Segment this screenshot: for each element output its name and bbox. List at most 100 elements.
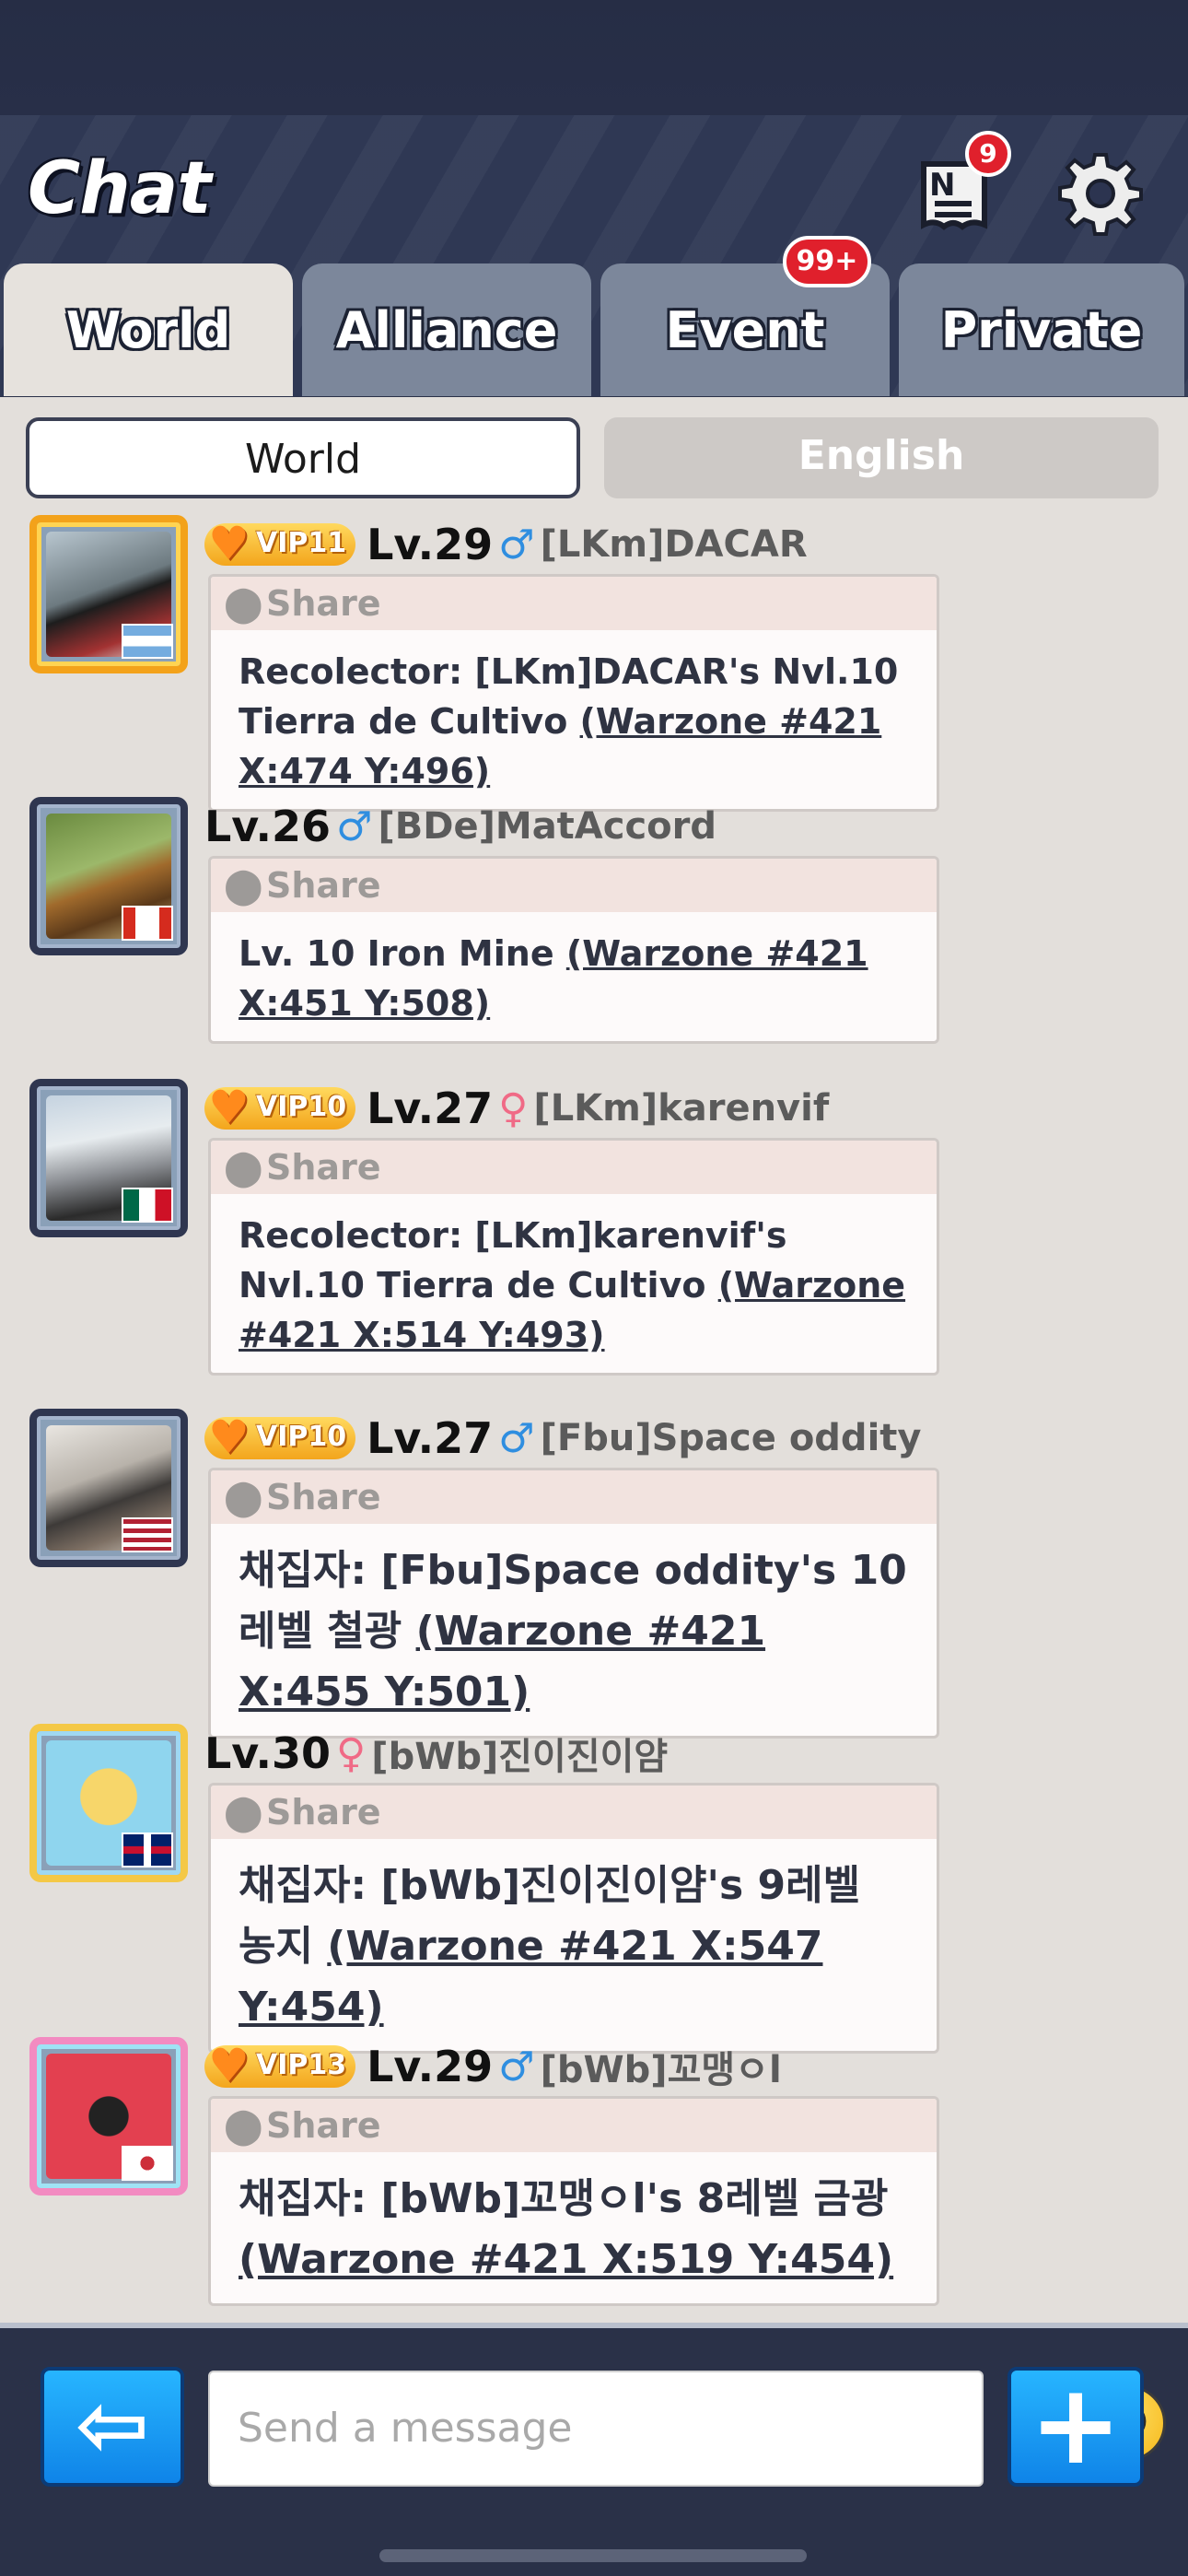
tab-private[interactable]: Private xyxy=(899,263,1184,396)
player-level: Lv.30 xyxy=(204,1728,332,1778)
location-pin-icon: ⬤ xyxy=(224,1477,263,1517)
vip-label: VIP11 xyxy=(256,527,347,559)
tab-world-label: World xyxy=(65,301,231,359)
tab-event-label: Event xyxy=(665,301,825,359)
player-name[interactable]: [bWb]꼬맹ㅇl xyxy=(541,2040,782,2093)
tab-world[interactable]: World xyxy=(4,263,293,396)
female-icon: ♀ xyxy=(498,1084,529,1132)
tab-private-label: Private xyxy=(940,301,1143,359)
player-name[interactable]: [BDe]MatAccord xyxy=(379,805,717,848)
canada-flag-icon xyxy=(122,906,173,941)
share-card[interactable]: ⬤ Share Recolector: [LKm]DACAR's Nvl.10 … xyxy=(208,574,939,812)
share-label: Share xyxy=(266,1477,381,1517)
location-pin-icon: ⬤ xyxy=(224,1147,263,1188)
share-header: ⬤ Share xyxy=(211,2099,937,2152)
player-name[interactable]: [Fbu]Space oddity xyxy=(541,1417,922,1459)
share-header: ⬤ Share xyxy=(211,1786,937,1839)
share-text-plain: 채집자: [bWb]꼬맹ㅇl's 8레벨 금광 xyxy=(239,2175,889,2222)
mexico-flag-icon xyxy=(122,1188,173,1223)
share-label: Share xyxy=(266,2105,381,2146)
message-meta: Lv.30 ♀ [bWb]진이진이얌 xyxy=(204,1724,668,1783)
message-placeholder: Send a message xyxy=(238,2405,573,2452)
usa-flag-icon xyxy=(122,1517,173,1552)
male-icon: ♂ xyxy=(498,1414,535,1462)
share-header: ⬤ Share xyxy=(211,577,937,630)
message-meta: ♥ VIP11 Lv.29 ♂ [LKm]DACAR xyxy=(204,515,808,574)
vip-badge: ♥ VIP10 xyxy=(204,1413,356,1461)
header: Chat N 9 World Alliance Event Private 99… xyxy=(0,0,1188,396)
message-meta: ♥ VIP13 Lv.29 ♂ [bWb]꼬맹ㅇl xyxy=(204,2037,782,2096)
page-title: Chat xyxy=(28,147,212,230)
share-label: Share xyxy=(266,583,381,624)
world-channel-button[interactable]: World xyxy=(26,417,580,498)
english-channel-button[interactable]: English xyxy=(604,417,1159,498)
avatar[interactable] xyxy=(29,1079,188,1237)
player-name[interactable]: [bWb]진이진이얌 xyxy=(371,1727,668,1780)
share-header: ⬤ Share xyxy=(211,1141,937,1194)
notice-badge: 9 xyxy=(965,131,1011,177)
player-level: Lv.26 xyxy=(204,802,332,851)
vip-heart-icon: ♥ xyxy=(208,1411,250,1464)
player-level: Lv.27 xyxy=(367,1413,494,1463)
player-name[interactable]: [LKm]karenvif xyxy=(533,1087,829,1130)
share-text-plain: Recolector: [LKm]karenvif's Nvl.10 Tierr… xyxy=(239,1215,787,1306)
tab-alliance[interactable]: Alliance xyxy=(302,263,591,396)
vip-label: VIP13 xyxy=(256,2049,347,2081)
vip-heart-icon: ♥ xyxy=(208,2039,250,2092)
avatar[interactable] xyxy=(29,1409,188,1567)
male-icon: ♂ xyxy=(498,521,535,568)
share-text: 채집자: [bWb]꼬맹ㅇl's 8레벨 금광 (Warzone #421 X:… xyxy=(211,2152,937,2303)
message-meta: ♥ VIP10 Lv.27 ♂ [Fbu]Space oddity xyxy=(204,1409,921,1468)
avatar[interactable] xyxy=(29,1724,188,1882)
arrow-left-icon: ⇦ xyxy=(75,2373,150,2476)
message-input[interactable]: Send a message ☺ xyxy=(208,2371,1166,2487)
argentina-flag-icon xyxy=(122,624,173,659)
message-meta: Lv.26 ♂ [BDe]MatAccord xyxy=(204,797,716,856)
add-button[interactable]: + xyxy=(1007,2367,1144,2487)
share-card[interactable]: ⬤ Share Lv. 10 Iron Mine (Warzone #421 X… xyxy=(208,856,939,1044)
player-level: Lv.29 xyxy=(367,2042,494,2091)
player-name[interactable]: [LKm]DACAR xyxy=(541,523,808,566)
player-level: Lv.27 xyxy=(367,1083,494,1133)
location-pin-icon: ⬤ xyxy=(224,865,263,906)
event-badge: 99+ xyxy=(783,236,871,287)
plus-icon: + xyxy=(1029,2361,1123,2489)
vip-heart-icon: ♥ xyxy=(208,517,250,570)
korea-flag-icon xyxy=(122,2146,173,2181)
player-level: Lv.29 xyxy=(367,520,494,569)
avatar[interactable] xyxy=(29,515,188,673)
composer-bar: ⇦ Send a message ☺ + xyxy=(0,2323,1188,2576)
female-icon: ♀ xyxy=(336,1729,367,1777)
location-pin-icon: ⬤ xyxy=(224,1792,263,1832)
male-icon: ♂ xyxy=(336,802,373,850)
back-button[interactable]: ⇦ xyxy=(41,2367,184,2487)
tab-alliance-label: Alliance xyxy=(335,301,558,359)
share-text: Recolector: [LKm]karenvif's Nvl.10 Tierr… xyxy=(211,1194,937,1373)
coordinates-link[interactable]: (Warzone #421 X:547 Y:454) xyxy=(239,1923,822,2031)
vip-badge: ♥ VIP11 xyxy=(204,517,356,570)
share-text: 채집자: [Fbu]Space oddity's 10레벨 철광 (Warzon… xyxy=(211,1524,937,1736)
home-indicator xyxy=(379,2549,807,2562)
vip-heart-icon: ♥ xyxy=(208,1081,250,1134)
vip-label: VIP10 xyxy=(256,1421,347,1453)
share-card[interactable]: ⬤ Share 채집자: [Fbu]Space oddity's 10레벨 철광… xyxy=(208,1468,939,1739)
share-card[interactable]: ⬤ Share Recolector: [LKm]karenvif's Nvl.… xyxy=(208,1138,939,1376)
avatar[interactable] xyxy=(29,2037,188,2195)
message-meta: ♥ VIP10 Lv.27 ♀ [LKm]karenvif xyxy=(204,1079,829,1138)
share-label: Share xyxy=(266,1147,381,1188)
share-card[interactable]: ⬤ Share 채집자: [bWb]꼬맹ㅇl's 8레벨 금광 (Warzone… xyxy=(208,2096,939,2306)
share-card[interactable]: ⬤ Share 채집자: [bWb]진이진이얌's 9레벨 농지 (Warzon… xyxy=(208,1783,939,2054)
gear-icon[interactable] xyxy=(1054,147,1147,240)
vip-badge: ♥ VIP13 xyxy=(204,2039,356,2092)
svg-text:N: N xyxy=(929,167,955,204)
coordinates-link[interactable]: (Warzone #421 X:519 Y:454) xyxy=(239,2236,893,2283)
chat-feed[interactable]: World English ♥ VIP11 Lv.29 ♂ [LKm]DACAR … xyxy=(0,397,1188,2323)
language-filter: World English xyxy=(26,417,1159,500)
vip-label: VIP10 xyxy=(256,1091,347,1123)
uk-flag-icon xyxy=(122,1832,173,1868)
share-header: ⬤ Share xyxy=(211,859,937,912)
share-text: 채집자: [bWb]진이진이얌's 9레벨 농지 (Warzone #421 X… xyxy=(211,1839,937,2051)
avatar[interactable] xyxy=(29,797,188,955)
share-label: Share xyxy=(266,1792,381,1832)
chat-tabs: World Alliance Event Private xyxy=(0,263,1188,396)
